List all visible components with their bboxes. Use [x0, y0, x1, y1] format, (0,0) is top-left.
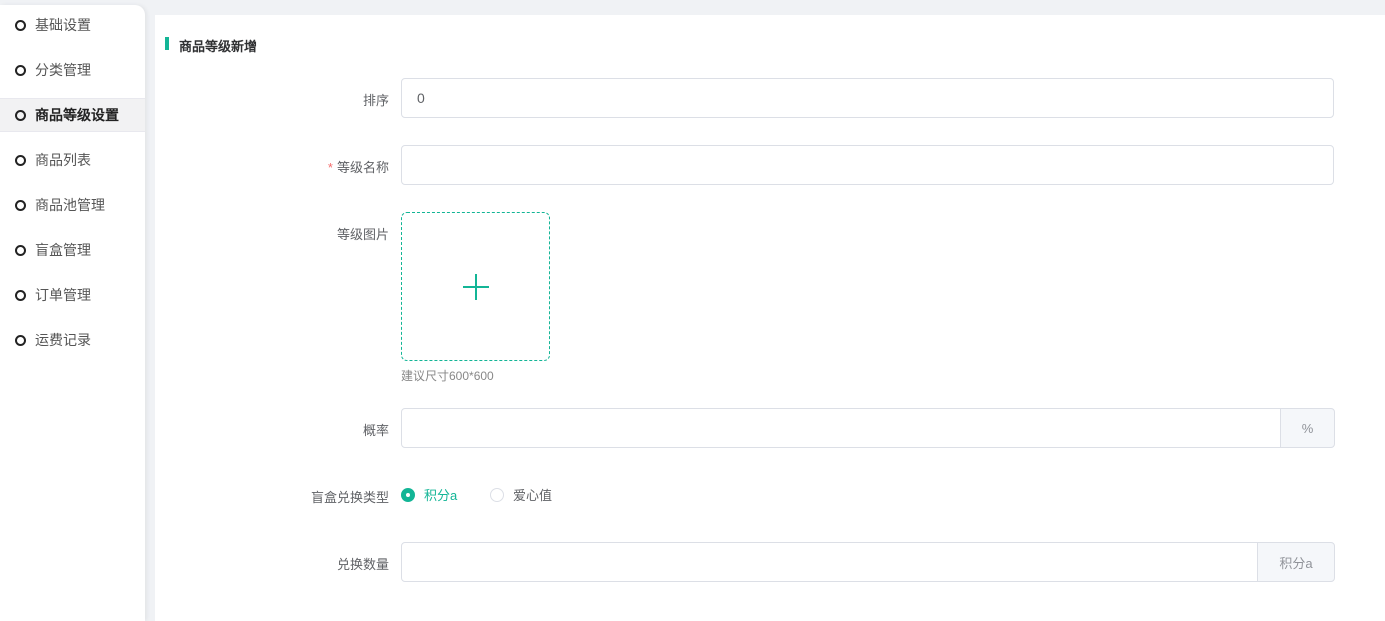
circle-icon	[15, 64, 26, 76]
sidebar-item-label: 商品池管理	[35, 197, 105, 213]
probability-unit: %	[1280, 408, 1335, 448]
sidebar-item-label: 商品等级设置	[35, 107, 119, 123]
probability-input[interactable]	[401, 408, 1281, 448]
radio-label: 爱心值	[513, 488, 553, 503]
page-title: 商品等级新增	[179, 39, 258, 54]
sidebar-item-label: 基础设置	[35, 17, 91, 33]
sidebar-item-product-list[interactable]: 商品列表	[0, 143, 145, 177]
circle-icon	[15, 109, 26, 121]
circle-icon	[15, 244, 26, 256]
sidebar: 基础设置 分类管理 商品等级设置 商品列表 商品池管理 盲盒管理 订单管理 运费…	[0, 5, 145, 621]
circle-icon	[15, 334, 26, 346]
sidebar-item-orders[interactable]: 订单管理	[0, 278, 145, 312]
image-upload[interactable]	[401, 212, 550, 361]
radio-love-value[interactable]: 爱心值	[490, 485, 552, 504]
probability-label: 概率	[362, 423, 389, 438]
sidebar-item-label: 盲盒管理	[35, 242, 91, 258]
radio-checked-icon	[401, 487, 415, 502]
required-mark: *	[327, 160, 333, 175]
sidebar-item-basic-settings[interactable]: 基础设置	[0, 8, 145, 42]
exchange-amount-unit: 积分a	[1257, 542, 1335, 582]
radio-label: 积分a	[424, 488, 458, 503]
radio-points-a[interactable]: 积分a	[401, 485, 457, 504]
grade-name-input[interactable]	[401, 145, 1334, 185]
sidebar-item-grade-settings[interactable]: 商品等级设置	[0, 98, 145, 132]
upload-hint: 建议尺寸600*600	[401, 369, 494, 383]
circle-icon	[15, 199, 26, 211]
grade-image-label: 等级图片	[336, 227, 389, 242]
exchange-amount-input[interactable]	[401, 542, 1258, 582]
grade-name-label-text: 等级名称	[336, 160, 389, 175]
sidebar-item-product-pool[interactable]: 商品池管理	[0, 188, 145, 222]
exchange-type-label: 盲盒兑换类型	[310, 490, 389, 505]
plus-icon	[462, 273, 489, 300]
sidebar-item-label: 商品列表	[35, 152, 91, 168]
circle-icon	[15, 154, 26, 166]
sidebar-item-label: 运费记录	[35, 332, 91, 348]
circle-icon	[15, 289, 26, 301]
title-accent-bar	[165, 37, 169, 50]
sidebar-item-category[interactable]: 分类管理	[0, 53, 145, 87]
circle-icon	[15, 19, 26, 31]
sidebar-item-label: 订单管理	[35, 287, 91, 303]
sort-label: 排序	[362, 93, 389, 108]
exchange-amount-label: 兑换数量	[336, 557, 389, 572]
sidebar-item-label: 分类管理	[35, 62, 91, 78]
grade-name-label: * 等级名称	[328, 157, 389, 176]
sidebar-item-freight[interactable]: 运费记录	[0, 323, 145, 357]
radio-unchecked-icon	[490, 487, 504, 502]
sidebar-item-blind-box[interactable]: 盲盒管理	[0, 233, 145, 267]
sort-input[interactable]	[401, 78, 1334, 118]
